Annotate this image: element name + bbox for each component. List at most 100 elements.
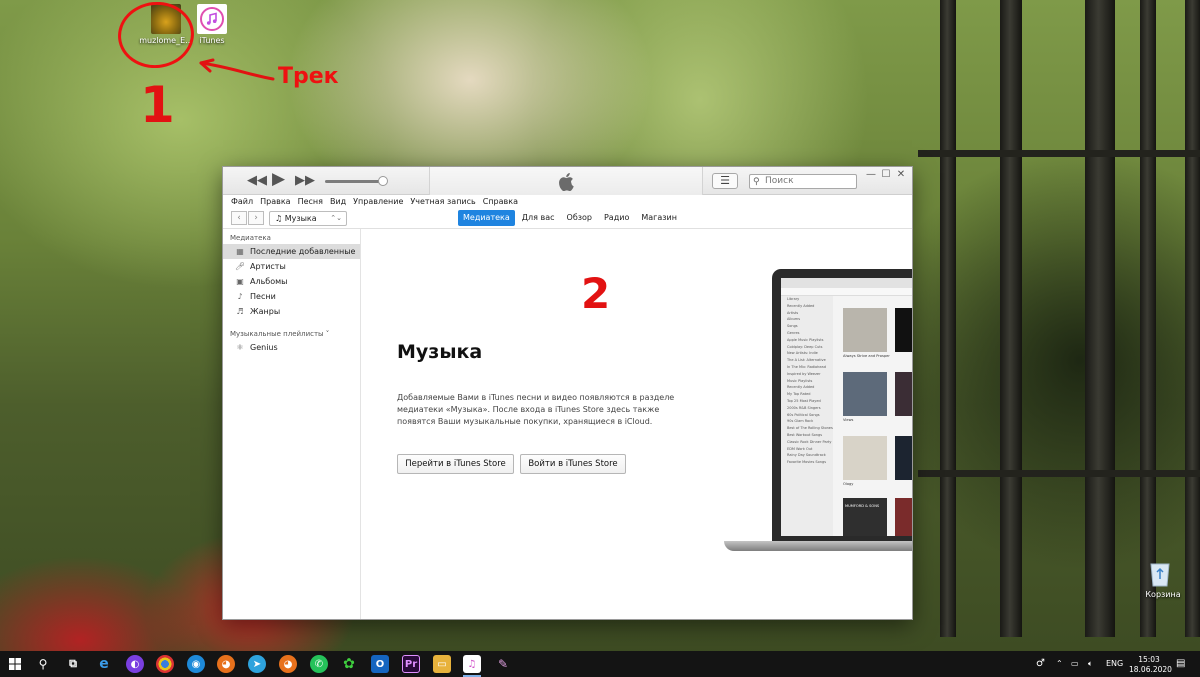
search-input[interactable]: ⚲ Поиск bbox=[749, 174, 857, 189]
sidebar: Медиатека ▦ Последние добавленные 🎤︎ Арт… bbox=[223, 229, 361, 619]
tray-chevron-icon[interactable]: ⌃ bbox=[1056, 651, 1063, 677]
annotation-number-1: 1 bbox=[140, 76, 175, 134]
menu-edit[interactable]: Правка bbox=[260, 195, 290, 209]
sidebar-item-label: Песни bbox=[250, 292, 276, 301]
album-caption: MUMFORD & SONS bbox=[845, 504, 880, 508]
mini-sidebar-item: Genres bbox=[787, 330, 800, 335]
language-indicator[interactable]: ENG bbox=[1106, 651, 1123, 677]
genres-icon: ♬ bbox=[236, 307, 244, 316]
sidebar-item-recently-added[interactable]: ▦ Последние добавленные bbox=[223, 244, 360, 259]
whatsapp-icon[interactable]: ✆ bbox=[310, 655, 328, 673]
mini-sidebar-item: Classic Rock Dinner Party bbox=[787, 439, 832, 444]
minimize-button[interactable]: — bbox=[864, 169, 878, 180]
menu-file[interactable]: Файл bbox=[231, 195, 253, 209]
note-icon: ♪ bbox=[237, 292, 243, 301]
menu-view[interactable]: Вид bbox=[330, 195, 346, 209]
windows-start-icon[interactable] bbox=[6, 655, 24, 673]
firefox-icon[interactable]: ◕ bbox=[279, 655, 297, 673]
mini-sidebar-item: EDM Work Out bbox=[787, 446, 813, 451]
mini-sidebar-item: Apple Music Playlists bbox=[787, 337, 824, 342]
now-playing-display bbox=[429, 167, 703, 195]
apple-logo-icon bbox=[559, 172, 574, 191]
album-cover bbox=[843, 308, 887, 352]
play-icon[interactable]: ▶ bbox=[272, 170, 285, 188]
mini-sidebar-item: Recently Added bbox=[787, 385, 815, 390]
fast-forward-icon[interactable]: ▶▶ bbox=[295, 172, 315, 190]
search-placeholder: Поиск bbox=[765, 176, 794, 186]
media-type-select[interactable]: ♫ Музыка ⌃⌄ bbox=[269, 211, 347, 226]
mini-sidebar-item: Top 25 Most Played bbox=[787, 398, 821, 403]
task-view-icon[interactable]: ⧉ bbox=[64, 655, 82, 673]
tor-browser-icon[interactable]: ◐ bbox=[126, 655, 144, 673]
sidebar-item-label: Genius bbox=[250, 343, 278, 352]
menu-account[interactable]: Учетная запись bbox=[410, 195, 475, 209]
album-icon: ▣ bbox=[236, 277, 244, 286]
tab-library[interactable]: Медиатека bbox=[458, 210, 515, 226]
icq-icon[interactable]: ✿ bbox=[340, 655, 358, 673]
volume-slider-knob[interactable] bbox=[378, 176, 388, 186]
sidebar-item-label: Альбомы bbox=[250, 277, 288, 286]
mini-sidebar-item: Inspired by Weezer bbox=[787, 371, 821, 376]
menu-controls[interactable]: Управление bbox=[353, 195, 403, 209]
edge-browser-icon[interactable]: e bbox=[95, 655, 113, 673]
itunes-icon bbox=[197, 4, 227, 34]
outlook-icon[interactable]: O bbox=[371, 655, 389, 673]
laptop-base bbox=[724, 541, 912, 551]
file-explorer-icon[interactable]: ▭ bbox=[433, 655, 451, 673]
mini-toolbar bbox=[781, 278, 912, 288]
tab-for-you[interactable]: Для вас bbox=[517, 210, 560, 226]
fence-post bbox=[1185, 0, 1200, 637]
microphone-icon: 🎤︎ bbox=[235, 262, 246, 271]
search-icon[interactable]: ⚲ bbox=[34, 655, 52, 673]
itunes-window: ◀◀ ▶ ▶▶ ☰ ⚲ Поиск — ☐ ✕ Файл Правка Песн… bbox=[223, 167, 912, 619]
firefox-icon[interactable]: ◕ bbox=[217, 655, 235, 673]
laptop-screen: Library Recently Added Artists Albums Songs G… bbox=[781, 278, 912, 536]
menu-help[interactable]: Справка bbox=[483, 195, 518, 209]
search-icon: ⚲ bbox=[753, 177, 760, 187]
chrome-icon[interactable] bbox=[156, 655, 174, 673]
mini-sidebar-item: Best Workout Songs bbox=[787, 432, 823, 437]
tab-browse[interactable]: Обзор bbox=[562, 210, 597, 226]
sidebar-item-songs[interactable]: ♪ Песни bbox=[223, 289, 360, 304]
goto-itunes-store-button[interactable]: Перейти в iTunes Store bbox=[397, 454, 514, 474]
volume-icon[interactable]: 🔈︎ bbox=[1088, 651, 1093, 677]
sidebar-item-genius[interactable]: ⚛ Genius bbox=[223, 340, 360, 355]
sidebar-header-playlists[interactable]: Музыкальные плейлисты ˅ bbox=[223, 328, 360, 340]
signin-itunes-store-button[interactable]: Войти в iTunes Store bbox=[520, 454, 626, 474]
menu-song[interactable]: Песня bbox=[298, 195, 323, 209]
forward-button[interactable]: › bbox=[248, 211, 264, 225]
display-icon[interactable]: ▭ bbox=[1071, 651, 1079, 677]
maximize-button[interactable]: ☐ bbox=[879, 169, 893, 180]
album-cover bbox=[895, 308, 912, 352]
paint-icon[interactable]: ✎ bbox=[494, 655, 512, 673]
album-cover bbox=[895, 372, 912, 416]
sidebar-item-albums[interactable]: ▣ Альбомы bbox=[223, 274, 360, 289]
itunes-taskbar-icon[interactable]: ♫ bbox=[463, 655, 481, 673]
mini-sidebar-item: 2000s R&B Singers bbox=[787, 405, 821, 410]
main-content: 2 Музыка Добавляемые Вами в iTunes песни… bbox=[362, 229, 912, 619]
sidebar-item-label: Артисты bbox=[250, 262, 286, 271]
mini-sidebar-item: Rainy Day Soundtrack bbox=[787, 453, 826, 458]
genius-icon: ⚛ bbox=[236, 343, 244, 352]
people-icon[interactable]: ♂ bbox=[1036, 651, 1045, 677]
premiere-icon[interactable]: Pr bbox=[402, 655, 420, 673]
notifications-icon[interactable]: ▤ bbox=[1176, 651, 1185, 677]
sidebar-item-genres[interactable]: ♬ Жанры bbox=[223, 304, 360, 319]
back-button[interactable]: ‹ bbox=[231, 211, 247, 225]
tab-radio[interactable]: Радио bbox=[599, 210, 634, 226]
mini-sidebar: Library Recently Added Artists Albums Songs G… bbox=[781, 296, 833, 536]
mini-sidebar-item: Artists bbox=[787, 310, 799, 315]
telegram-icon[interactable]: ➤ bbox=[248, 655, 266, 673]
close-button[interactable]: ✕ bbox=[894, 169, 908, 180]
sidebar-item-label: Последние добавленные bbox=[250, 247, 356, 256]
list-view-button[interactable]: ☰ bbox=[712, 173, 738, 189]
mini-navbar bbox=[781, 288, 912, 296]
tab-store[interactable]: Магазин bbox=[636, 210, 682, 226]
browser-icon[interactable]: ◉ bbox=[187, 655, 205, 673]
desktop-icon-recycle-bin[interactable]: Корзина bbox=[1126, 558, 1200, 599]
mini-sidebar-item: New Artists: Indie bbox=[787, 351, 818, 356]
taskbar-clock[interactable]: 15:03 18.06.2020 bbox=[1129, 655, 1172, 675]
rewind-icon[interactable]: ◀◀ bbox=[247, 172, 267, 190]
recycle-bin-icon bbox=[1148, 558, 1178, 588]
sidebar-item-artists[interactable]: 🎤︎ Артисты bbox=[223, 259, 360, 274]
